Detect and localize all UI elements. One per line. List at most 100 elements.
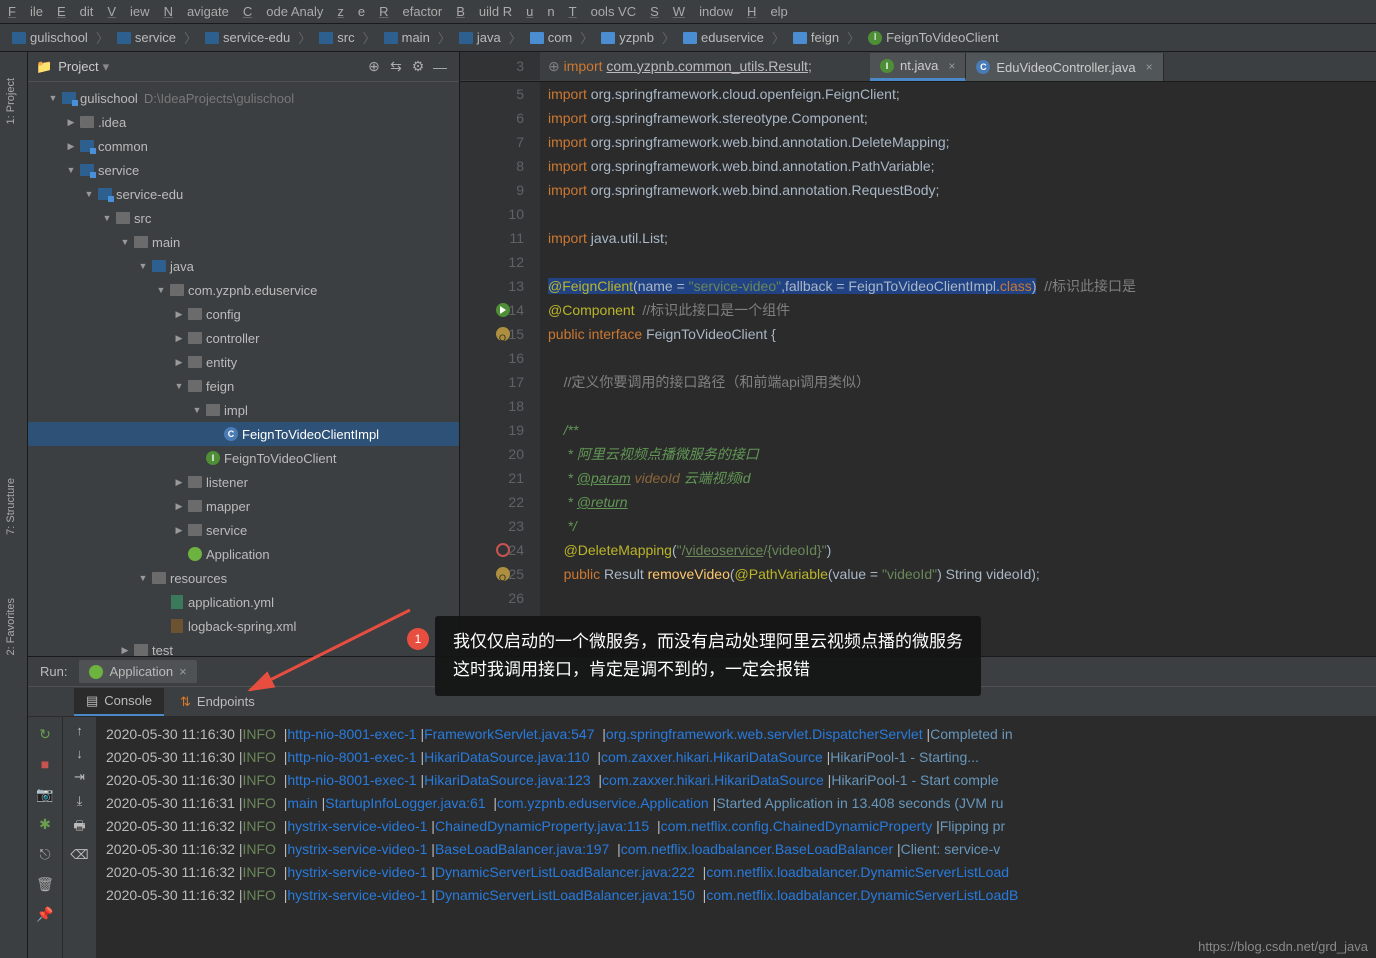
settings-icon[interactable]: ⚙ (407, 56, 429, 78)
expand-arrow[interactable]: ▶ (172, 477, 186, 488)
tree-row[interactable]: ▼resources (28, 566, 459, 590)
expand-arrow[interactable]: ▼ (154, 285, 168, 295)
log-line[interactable]: 2020-05-30 11:16:30 |INFO |http-nio-8001… (106, 746, 1366, 769)
expand-arrow[interactable]: ▼ (82, 189, 96, 199)
tree-row[interactable]: ▶listener (28, 470, 459, 494)
gutter-o-icon[interactable] (496, 327, 510, 341)
tree-row[interactable]: ▼service-edu (28, 182, 459, 206)
breadcrumb-item[interactable]: service (113, 28, 180, 47)
tree-row[interactable]: ▶mapper (28, 494, 459, 518)
console-output[interactable]: 2020-05-30 11:16:30 |INFO |http-nio-8001… (96, 717, 1376, 958)
tree-row[interactable]: ▶service (28, 518, 459, 542)
editor-tab[interactable]: Int.java× (870, 53, 966, 81)
log-line[interactable]: 2020-05-30 11:16:32 |INFO |hystrix-servi… (106, 861, 1366, 884)
up-button[interactable]: ↑ (76, 723, 83, 738)
trash-button[interactable]: 🗑 (34, 873, 56, 895)
expand-arrow[interactable]: ▶ (64, 141, 78, 152)
console-tab[interactable]: ▤Console (74, 688, 164, 716)
tree-row[interactable]: ▼com.yzpnb.eduservice (28, 278, 459, 302)
expand-arrow[interactable]: ▼ (118, 237, 132, 247)
exit-button[interactable]: ⎋ (34, 843, 56, 865)
expand-arrow[interactable]: ▼ (136, 573, 150, 583)
tree-row[interactable]: ▼service (28, 158, 459, 182)
gutter-run-icon[interactable] (496, 303, 510, 317)
run-config-tab[interactable]: Application × (79, 660, 196, 683)
project-tool-tab[interactable]: 1: Project (3, 72, 19, 130)
code-editor[interactable]: import org.springframework.cloud.openfei… (540, 82, 1376, 656)
breadcrumb[interactable]: gulischool〉service〉service-edu〉src〉main〉… (0, 24, 1376, 52)
endpoints-tab[interactable]: ⇅Endpoints (168, 689, 267, 715)
project-tree[interactable]: ▼gulischoolD:\IdeaProjects\gulischool▶.i… (28, 82, 459, 656)
favorites-tool-tab[interactable]: 2: Favorites (3, 592, 19, 661)
tree-row[interactable]: ▼src (28, 206, 459, 230)
close-tab-icon[interactable]: × (948, 59, 955, 73)
editor-tab[interactable]: CEduVideoController.java× (966, 53, 1163, 81)
tree-row[interactable]: ▼feign (28, 374, 459, 398)
breadcrumb-item[interactable]: gulischool (8, 28, 92, 47)
expand-arrow[interactable]: ▶ (172, 357, 186, 368)
tree-row[interactable]: ▶.idea (28, 110, 459, 134)
expand-arrow[interactable]: ▶ (172, 501, 186, 512)
layout-button[interactable]: ✱ (34, 813, 56, 835)
expand-arrow[interactable]: ▼ (100, 213, 114, 223)
gutter-impl-icon[interactable] (496, 543, 510, 557)
tree-row[interactable]: ▼impl (28, 398, 459, 422)
expand-arrow[interactable]: ▶ (172, 309, 186, 320)
log-line[interactable]: 2020-05-30 11:16:30 |INFO |http-nio-8001… (106, 769, 1366, 792)
pin-button[interactable]: 📌 (34, 903, 56, 925)
breadcrumb-item[interactable]: com (526, 28, 577, 47)
expand-arrow[interactable]: ▼ (64, 165, 78, 175)
expand-icon[interactable]: ⇆ (385, 56, 407, 78)
expand-arrow[interactable]: ▼ (136, 261, 150, 271)
expand-arrow[interactable]: ▼ (46, 93, 60, 103)
tree-row[interactable]: ▶common (28, 134, 459, 158)
rerun-button[interactable]: ↻ (34, 723, 56, 745)
log-line[interactable]: 2020-05-30 11:16:31 |INFO |main |Startup… (106, 792, 1366, 815)
tree-row[interactable]: CFeignToVideoClientImpl (28, 422, 459, 446)
tree-row[interactable]: ▼java (28, 254, 459, 278)
main-menu[interactable]: File Edit View Navigate Code Analyze Ref… (0, 0, 1376, 24)
breadcrumb-item[interactable]: main (380, 28, 434, 47)
breadcrumb-item[interactable]: IFeignToVideoClient (864, 28, 1003, 47)
expand-arrow[interactable]: ▶ (172, 525, 186, 536)
expand-arrow[interactable]: ▶ (118, 645, 132, 656)
tree-row[interactable]: ▼gulischoolD:\IdeaProjects\gulischool (28, 86, 459, 110)
log-line[interactable]: 2020-05-30 11:16:32 |INFO |hystrix-servi… (106, 838, 1366, 861)
locate-icon[interactable]: ⊕ (363, 56, 385, 78)
log-line[interactable]: 2020-05-30 11:16:32 |INFO |hystrix-servi… (106, 884, 1366, 907)
log-line[interactable]: 2020-05-30 11:16:32 |INFO |hystrix-servi… (106, 815, 1366, 838)
tree-row[interactable]: application.yml (28, 590, 459, 614)
tree-row[interactable]: ▶config (28, 302, 459, 326)
tree-row[interactable]: ▶controller (28, 326, 459, 350)
log-line[interactable]: 2020-05-30 11:16:30 |INFO |http-nio-8001… (106, 723, 1366, 746)
breadcrumb-item[interactable]: eduservice (679, 28, 768, 47)
tree-row[interactable]: ▶entity (28, 350, 459, 374)
expand-arrow[interactable]: ▼ (190, 405, 204, 415)
down-button[interactable]: ↓ (76, 746, 83, 761)
gutter[interactable]: 567891011121314151617181920212223242526 (460, 82, 540, 656)
hide-icon[interactable]: — (429, 56, 451, 78)
structure-tool-tab[interactable]: 7: Structure (3, 472, 19, 541)
close-tab-icon[interactable]: × (1146, 60, 1153, 74)
import-hint[interactable]: 3⊕ import com.yzpnb.common_utils.Result; (460, 52, 812, 80)
tree-row[interactable]: logback-spring.xml (28, 614, 459, 638)
breadcrumb-item[interactable]: service-edu (201, 28, 294, 47)
stop-button[interactable]: ■ (34, 753, 56, 775)
dump-button[interactable]: 📷 (34, 783, 56, 805)
wrap-button[interactable]: ⇥ (74, 769, 85, 785)
expand-arrow[interactable]: ▶ (172, 333, 186, 344)
breadcrumb-item[interactable]: feign (789, 28, 843, 47)
expand-arrow[interactable]: ▼ (172, 381, 186, 391)
breadcrumb-item[interactable]: java (455, 28, 505, 47)
tree-row[interactable]: Application (28, 542, 459, 566)
expand-arrow[interactable]: ▶ (64, 117, 78, 128)
breadcrumb-item[interactable]: src (315, 28, 358, 47)
tree-row[interactable]: IFeignToVideoClient (28, 446, 459, 470)
tree-row[interactable]: ▶test (28, 638, 459, 656)
tree-row[interactable]: ▼main (28, 230, 459, 254)
print-button[interactable]: 🖶 (73, 817, 85, 839)
gutter-o-icon[interactable] (496, 567, 510, 581)
breadcrumb-item[interactable]: yzpnb (597, 28, 658, 47)
clear-button[interactable]: ⌫ (70, 847, 88, 863)
scroll-button[interactable]: ⤓ (77, 793, 83, 809)
